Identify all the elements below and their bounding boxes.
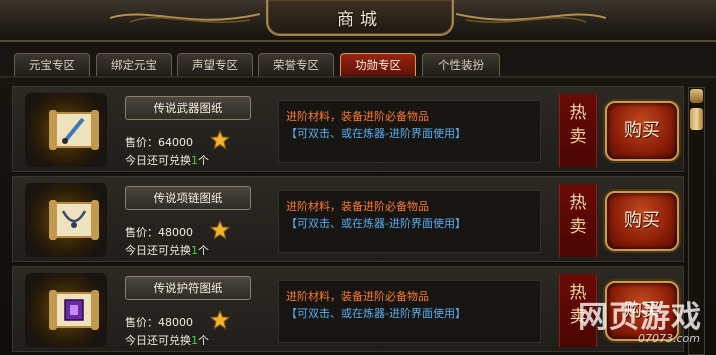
daily-limit: 今日还可兑换1个 [125,154,209,167]
shop-window: 商城 元宝专区 绑定元宝 声望专区 荣誉专区 功勋专区 个性装扮 传说武器图纸 … [0,0,716,355]
merit-star-icon [210,310,230,330]
item-name-button[interactable]: 传说武器图纸 [125,96,251,120]
weapon-scroll-icon[interactable] [25,93,107,167]
item-name-button[interactable]: 传说项链图纸 [125,186,251,210]
tab-reputation[interactable]: 声望专区 [177,53,253,76]
list-item: 传说项链图纸 售价：48000 今日还可兑换1个 进阶材料，装备进阶必备物品 【… [12,176,684,262]
merit-star-icon [210,220,230,240]
title-ornament-right [456,13,606,23]
watermark-site: 07073.com [638,332,700,345]
title-bar: 商城 [0,0,716,42]
scroll-up-button[interactable] [690,89,703,103]
daily-limit: 今日还可兑换1个 [125,334,209,347]
merit-star-icon [210,130,230,150]
item-price: 售价：64000 [125,136,193,149]
daily-limit: 今日还可兑换1个 [125,244,209,257]
item-description: 进阶材料，装备进阶必备物品 【可双击、或在炼器-进阶界面使用】 [278,190,541,253]
buy-button[interactable]: 购买 [605,191,679,251]
site-watermark: 网页游戏 07073.com [578,292,708,354]
item-description: 进阶材料，装备进阶必备物品 【可双击、或在炼器-进阶界面使用】 [278,280,541,343]
item-description: 进阶材料，装备进阶必备物品 【可双击、或在炼器-进阶界面使用】 [278,100,541,163]
list-item: 传说武器图纸 售价：64000 今日还可兑换1个 进阶材料，装备进阶必备物品 【… [12,86,684,172]
hot-sale-badge: 热卖 [559,184,597,257]
item-price: 售价：48000 [125,226,193,239]
scroll-thumb[interactable] [690,108,703,130]
amulet-scroll-icon[interactable] [25,273,107,347]
title-plate: 商城 [266,0,454,36]
title-ornament-left [110,13,260,23]
tab-custom-outfit[interactable]: 个性装扮 [422,53,500,76]
tab-yuanbao[interactable]: 元宝专区 [14,53,90,76]
window-title: 商城 [337,10,383,30]
buy-button[interactable]: 购买 [605,101,679,161]
tab-merit[interactable]: 功勋专区 [340,53,416,76]
hot-sale-badge: 热卖 [559,94,597,167]
category-tabs: 元宝专区 绑定元宝 声望专区 荣誉专区 功勋专区 个性装扮 [0,50,716,78]
necklace-scroll-icon[interactable] [25,183,107,257]
tab-honor[interactable]: 荣誉专区 [258,53,334,76]
item-price: 售价：48000 [125,316,193,329]
watermark-text: 网页游戏 [578,300,702,335]
tab-bound-yuanbao[interactable]: 绑定元宝 [96,53,172,76]
item-name-button[interactable]: 传说护符图纸 [125,276,251,300]
